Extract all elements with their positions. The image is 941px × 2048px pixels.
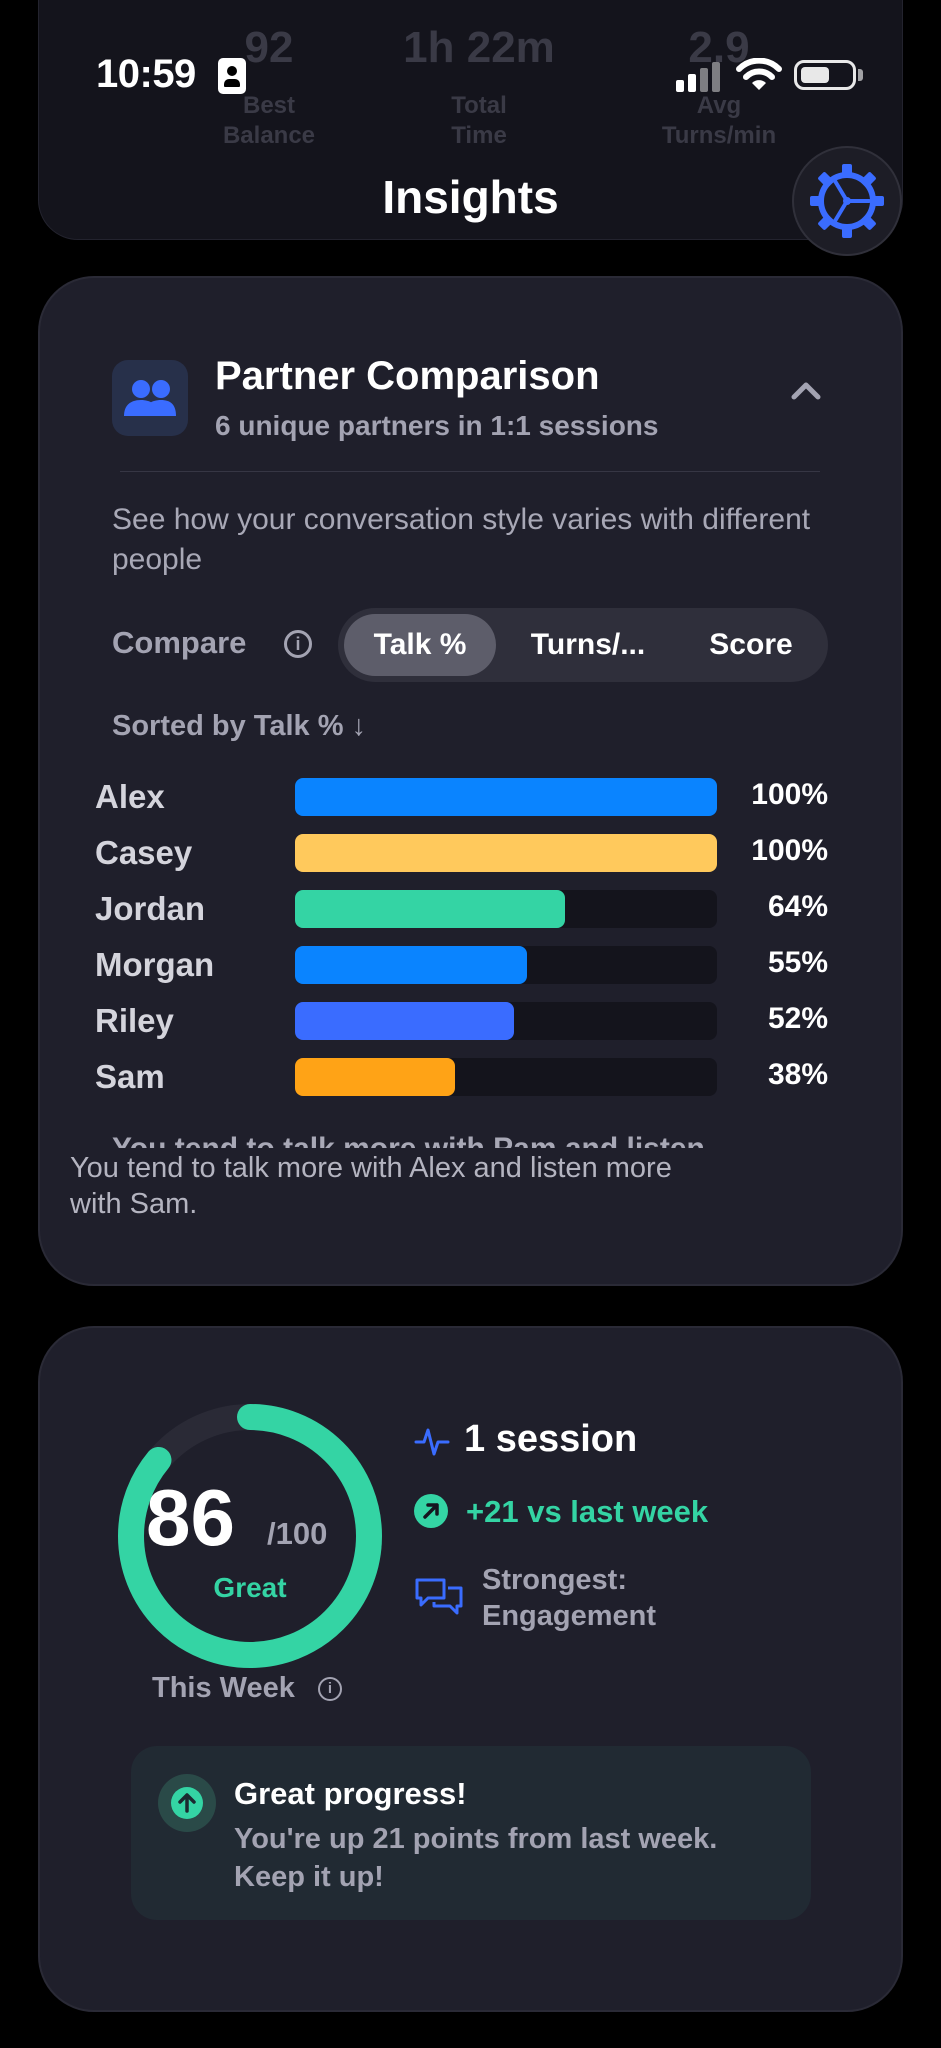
battery-nub xyxy=(858,69,863,81)
info-icon[interactable]: i xyxy=(318,1677,342,1701)
score-rating: Great xyxy=(213,1572,287,1603)
partner-name: Casey xyxy=(95,834,193,871)
wifi-icon xyxy=(736,58,782,90)
settings-button[interactable] xyxy=(792,146,902,256)
bar-value: 38% xyxy=(767,1058,828,1091)
insight-text: You tend to talk more with Alex and list… xyxy=(70,1152,672,1220)
divider xyxy=(120,471,820,472)
score-max: /100 xyxy=(267,1516,328,1551)
stat-label: Avg Turns/min xyxy=(661,92,777,149)
section-description: See how your conversation style varies w… xyxy=(112,503,811,576)
segment-score[interactable]: Score xyxy=(678,608,824,682)
bar-value: 100% xyxy=(751,778,828,811)
partner-name: Jordan xyxy=(95,890,206,927)
segment-talk-percent[interactable]: Talk % xyxy=(344,614,496,676)
bar-track xyxy=(295,1002,717,1040)
bar-track xyxy=(295,946,717,984)
partner-name: Riley xyxy=(95,1002,174,1039)
battery-icon xyxy=(794,60,856,90)
activity-pulse-icon xyxy=(414,1428,450,1456)
chevron-up-icon[interactable] xyxy=(790,380,822,400)
bar-fill xyxy=(295,890,566,928)
partner-name: Sam xyxy=(95,1058,165,1095)
arrow-up-circle-icon xyxy=(158,1774,216,1832)
bar-value: 55% xyxy=(767,946,828,979)
stat-label: Total Time xyxy=(451,92,507,149)
section-title: Partner Comparison xyxy=(215,354,600,398)
stat-label: Best Balance xyxy=(222,92,316,149)
bar-fill xyxy=(295,834,717,872)
partner-name: Alex xyxy=(95,778,165,815)
stat-value: 92 xyxy=(244,23,294,72)
info-icon[interactable]: i xyxy=(284,630,312,658)
partner-bar-row: Jordan 64% xyxy=(0,890,941,930)
partner-bar-row: Riley 52% xyxy=(0,1002,941,1042)
partner-bar-row: Casey 100% xyxy=(0,834,941,874)
banner-text: You're up 21 points from last week. Keep… xyxy=(234,1823,718,1893)
trend-up-icon xyxy=(414,1494,448,1528)
chat-bubbles-icon xyxy=(415,1578,463,1615)
partner-bar-row: Morgan 55% xyxy=(0,946,941,986)
bar-fill xyxy=(295,1002,515,1040)
bar-value: 52% xyxy=(767,1002,828,1035)
bar-track xyxy=(295,834,717,872)
gear-icon xyxy=(810,164,884,238)
people-icon xyxy=(112,360,188,436)
partner-name: Morgan xyxy=(95,946,215,983)
status-time: 10:59 xyxy=(96,52,196,96)
partner-bar-row: Alex 100% xyxy=(0,778,941,818)
bar-fill xyxy=(295,778,717,816)
bar-track xyxy=(295,778,717,816)
period-label: This Week xyxy=(152,1672,295,1704)
score-value: 86 xyxy=(146,1473,235,1562)
segment-turns[interactable]: Turns/... xyxy=(508,608,668,682)
metric-segmented-control: Talk % Turns/... Score xyxy=(338,608,828,682)
contact-card-icon xyxy=(218,58,246,94)
strongest-area: Strongest: Engagement xyxy=(482,1564,657,1632)
sort-indicator: Sorted by Talk % ↓ xyxy=(112,710,367,742)
partner-bar-row: Sam 38% xyxy=(0,1058,941,1098)
bar-fill xyxy=(295,1058,456,1096)
weekly-change: +21 vs last week xyxy=(466,1494,709,1529)
section-subtitle: 6 unique partners in 1:1 sessions xyxy=(215,410,659,441)
bar-track xyxy=(295,1058,717,1096)
bar-value: 64% xyxy=(767,890,828,923)
compare-label: Compare xyxy=(112,625,247,660)
stat-value: 1h 22m xyxy=(403,23,555,72)
clipped-insight-text: You tend to talk more with Pam and liste… xyxy=(112,1132,705,1148)
sessions-count: 1 session xyxy=(464,1418,638,1460)
bar-track xyxy=(295,890,717,928)
banner-title: Great progress! xyxy=(234,1776,467,1811)
bar-value: 100% xyxy=(751,834,828,867)
bar-fill xyxy=(295,946,528,984)
